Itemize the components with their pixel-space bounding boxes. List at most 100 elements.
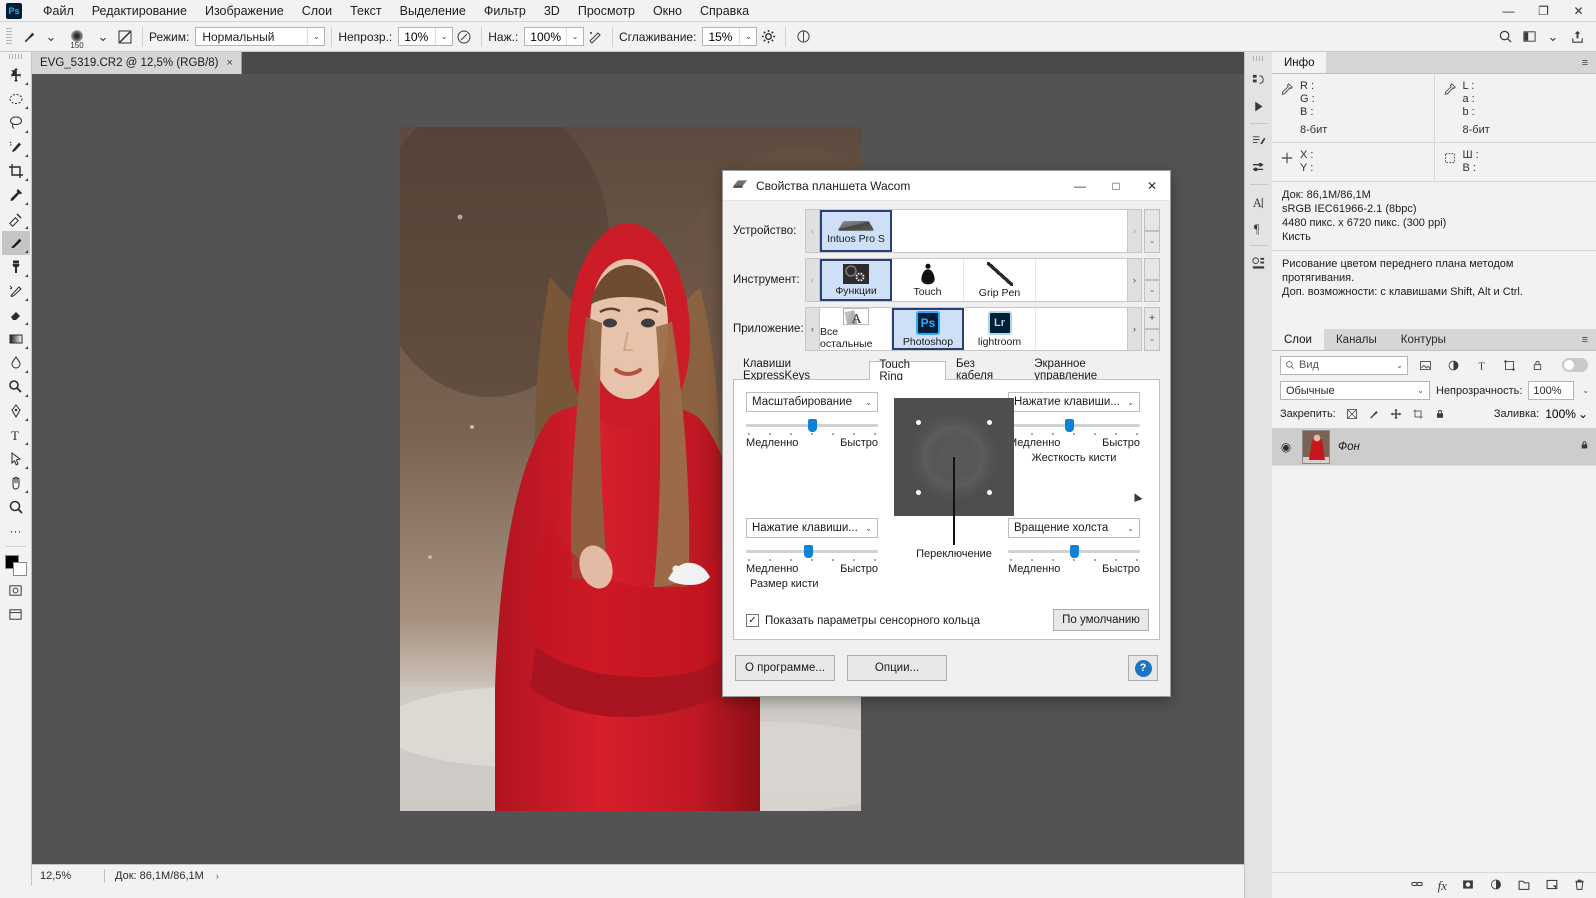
menu-layers[interactable]: Слои (293, 1, 341, 21)
crop-tool[interactable] (2, 159, 30, 183)
lasso-tool[interactable] (2, 111, 30, 135)
airbrush-icon[interactable] (584, 26, 606, 48)
tab-channels[interactable]: Каналы (1323, 329, 1389, 350)
blur-tool[interactable] (2, 351, 30, 375)
tab-layers[interactable]: Слои (1272, 329, 1324, 350)
add-application-button[interactable]: + (1144, 307, 1160, 329)
chevron-down-icon[interactable]: ⌄ (1578, 407, 1588, 421)
new-group-icon[interactable] (1517, 878, 1531, 894)
adjustment-layer-icon[interactable] (1489, 878, 1503, 894)
clone-stamp-tool[interactable] (2, 255, 30, 279)
opacity-stepper[interactable]: 10% ⌄ (398, 27, 454, 46)
quick-selection-tool[interactable] (2, 135, 30, 159)
eraser-tool[interactable] (2, 303, 30, 327)
eyedropper-tool[interactable] (2, 183, 30, 207)
lock-all-icon[interactable] (1430, 405, 1450, 423)
layer-style-fx-icon[interactable]: fx (1438, 878, 1447, 894)
filter-adjustment-icon[interactable] (1442, 355, 1464, 375)
bottom-right-function-select[interactable]: Вращение холста ⌄ (1008, 518, 1140, 538)
about-button[interactable]: О программе... (735, 655, 835, 681)
show-touch-ring-settings-checkbox[interactable]: ✓ Показать параметры сенсорного кольца (746, 614, 980, 627)
application-next-button[interactable]: › (1127, 307, 1142, 351)
menu-file[interactable]: Файл (34, 1, 83, 21)
spot-healing-brush-tool[interactable] (2, 207, 30, 231)
device-prev-button[interactable]: ‹ (805, 209, 820, 253)
new-layer-icon[interactable] (1545, 878, 1559, 894)
type-tool[interactable]: T (2, 423, 30, 447)
tab-on-screen-controls[interactable]: Экранное управление (1024, 358, 1160, 382)
tool-next-button[interactable]: › (1127, 258, 1142, 302)
smoothing-stepper[interactable]: 15% ⌄ (702, 27, 758, 46)
dialog-maximize-button[interactable]: □ (1098, 171, 1134, 201)
bottom-left-function-select[interactable]: Нажатие клавиши... ⌄ (746, 518, 878, 538)
brush-panel-icon[interactable] (114, 26, 136, 48)
checkbox-box[interactable]: ✓ (746, 614, 759, 627)
delete-layer-icon[interactable] (1573, 878, 1586, 894)
tool-item-functions[interactable]: Функции (820, 259, 892, 301)
panel-menu-icon[interactable]: ≡ (1574, 52, 1596, 73)
pen-tool[interactable] (2, 399, 30, 423)
device-item-intuos-pro-s[interactable]: Intuos Pro S (820, 210, 892, 252)
status-menu-arrow-icon[interactable]: › (204, 871, 219, 881)
zoom-level[interactable]: 12,5% (32, 870, 104, 882)
search-icon[interactable] (1494, 26, 1516, 48)
hand-tool[interactable] (2, 471, 30, 495)
filter-pixel-icon[interactable] (1414, 355, 1436, 375)
brush-preset-picker-icon[interactable]: 150 (62, 24, 92, 50)
menu-select[interactable]: Выделение (391, 1, 475, 21)
close-button[interactable]: ✕ (1561, 0, 1596, 22)
help-button[interactable]: ? (1128, 655, 1158, 681)
tab-info[interactable]: Инфо (1272, 52, 1327, 73)
device-next-button[interactable]: › (1127, 209, 1142, 253)
maximize-button[interactable]: ❐ (1526, 0, 1561, 22)
tab-touch-ring[interactable]: Touch Ring (869, 359, 946, 383)
application-item-lightroom[interactable]: Lr lightroom (964, 308, 1036, 350)
filter-enable-toggle[interactable] (1562, 358, 1588, 372)
document-tab[interactable]: EVG_5319.CR2 @ 12,5% (RGB/8) × (32, 52, 242, 74)
menu-filter[interactable]: Фильтр (475, 1, 535, 21)
blend-mode-select[interactable]: Нормальный ⌄ (195, 27, 326, 46)
dialog-minimize-button[interactable]: — (1062, 171, 1098, 201)
tab-express-keys[interactable]: Клавиши ExpressKeys (733, 358, 869, 382)
adjustments-icon[interactable] (1246, 154, 1272, 180)
brush-picker-chevron-icon[interactable]: ⌄ (92, 26, 114, 48)
chevron-down-icon[interactable]: ⌄ (1542, 26, 1564, 48)
zoom-tool[interactable] (2, 495, 30, 519)
tab-wireless[interactable]: Без кабеля (946, 358, 1024, 382)
bottom-left-speed-slider[interactable] (746, 545, 878, 558)
gradient-tool[interactable] (2, 327, 30, 351)
dialog-title-bar[interactable]: Свойства планшета Wacom — □ ✕ (723, 171, 1170, 201)
panel-menu-icon[interactable]: ≡ (1574, 329, 1596, 350)
color-swatches[interactable] (3, 554, 29, 578)
tools-panel-grip[interactable] (8, 54, 23, 59)
history-icon[interactable] (1246, 67, 1272, 93)
chevron-down-icon[interactable]: ⌄ (1582, 386, 1589, 395)
defaults-button[interactable]: По умолчанию (1053, 609, 1149, 631)
layer-visibility-icon[interactable]: ◉ (1278, 440, 1294, 454)
close-icon[interactable]: × (227, 57, 233, 69)
lock-position-icon[interactable] (1386, 405, 1406, 423)
brush-tool-icon[interactable] (18, 26, 40, 48)
elliptical-marquee-tool[interactable] (2, 87, 30, 111)
lock-artboard-icon[interactable] (1408, 405, 1428, 423)
menu-image[interactable]: Изображение (196, 1, 293, 21)
tool-prev-button[interactable]: ‹ (805, 258, 820, 302)
menu-view[interactable]: Просмотр (569, 1, 644, 21)
lock-image-icon[interactable] (1364, 405, 1384, 423)
character-icon[interactable]: A (1246, 189, 1272, 215)
layer-fill-input[interactable]: 100% (1545, 407, 1576, 421)
top-left-function-select[interactable]: Масштабирование ⌄ (746, 392, 878, 412)
paragraph-icon[interactable]: ¶ (1246, 215, 1272, 241)
application-prev-button[interactable]: ‹ (805, 307, 820, 351)
filter-type-icon[interactable]: T (1470, 355, 1492, 375)
top-left-speed-slider[interactable] (746, 419, 878, 432)
brush-tool[interactable] (1, 231, 30, 255)
add-mask-icon[interactable] (1461, 878, 1475, 894)
tool-item-grip-pen[interactable]: Grip Pen (964, 259, 1036, 301)
slider-thumb[interactable] (804, 545, 814, 558)
dodge-tool[interactable] (2, 375, 30, 399)
wacom-tablet-properties-dialog[interactable]: Свойства планшета Wacom — □ ✕ Устройство… (722, 170, 1171, 697)
layer-blend-mode-select[interactable]: Обычные ⌄ (1280, 381, 1430, 400)
smoothing-options-gear-icon[interactable] (757, 26, 779, 48)
layer-filter-select[interactable]: Вид ⌄ (1280, 355, 1408, 375)
